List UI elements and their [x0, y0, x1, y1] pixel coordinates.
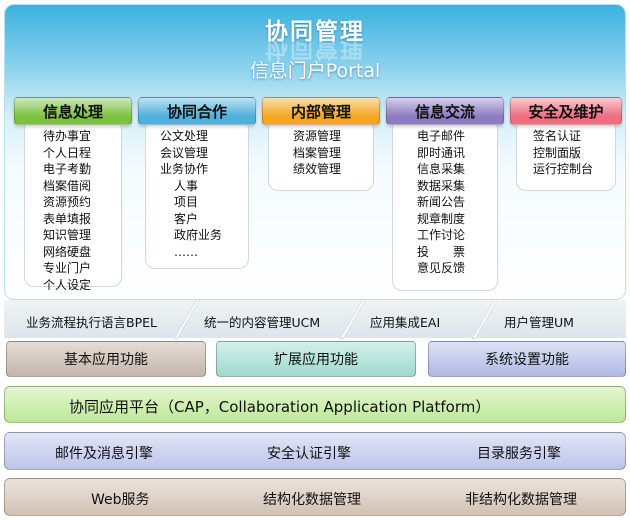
category-list-info-processing: 待办事宜 个人日程 电子考勤 档案借阅 资源预约 表单填报 知识管理 网络硬盘 …	[24, 119, 122, 292]
list-item: 网络硬盘	[43, 244, 92, 259]
category-header-security-maintenance: 安全及维护	[510, 97, 622, 125]
category-list-info-exchange: 电子邮件 即时通讯 信息采集 数据采集 新闻公告 规章制度 工作讨论 投 票 意…	[392, 119, 498, 291]
list-item: 档案借阅	[43, 178, 92, 193]
list-item: 公文处理	[160, 129, 209, 143]
list-item: 电子邮件	[417, 129, 466, 143]
category-title: 内部管理	[290, 103, 351, 121]
category-list-internal-management: 资源管理 档案管理 绩效管理	[268, 119, 374, 191]
list-sub-item: 客户	[174, 211, 199, 226]
category-header-info-exchange: 信息交流	[386, 97, 504, 125]
directory-service-engine: 目录服务引擎	[477, 446, 561, 462]
platform-label: 协同应用平台（CAP，Collaboration Application Pla…	[69, 398, 491, 416]
list-item: 控制面版	[533, 145, 582, 160]
list-item: 资源预约	[43, 195, 92, 209]
service-bpel: 业务流程执行语言BPEL	[26, 315, 157, 330]
list-item: 知识管理	[43, 228, 92, 242]
list-item: 运行控制台	[533, 162, 594, 176]
category-title: 信息处理	[42, 103, 103, 121]
list-item: 绩效管理	[293, 162, 342, 176]
list-item: 新闻公告	[417, 195, 466, 209]
list-item: 签名认证	[533, 129, 582, 143]
service-ucm: 统一的内容管理UCM	[204, 315, 321, 330]
list-item: 个人设定	[43, 277, 92, 292]
list-item: 意见反馈	[417, 261, 466, 275]
mail-message-engine: 邮件及消息引擎	[55, 446, 153, 462]
service-eai: 应用集成EAI	[370, 315, 441, 330]
unstructured-data-management: 非结构化数据管理	[465, 492, 577, 508]
list-item: 即时通讯	[417, 145, 466, 160]
structured-data-management: 结构化数据管理	[263, 492, 361, 508]
list-item: 规章制度	[417, 211, 466, 226]
category-title: 信息交流	[414, 103, 475, 121]
engines-layer: 邮件及消息引擎 安全认证引擎 目录服务引擎	[4, 432, 626, 470]
list-item: 专业门户	[43, 261, 92, 275]
category-list-security-maintenance: 签名认证 控制面版 运行控制台	[516, 119, 616, 191]
list-item: 工作讨论	[417, 228, 466, 242]
basic-functions-bar: 基本应用功能	[6, 341, 206, 377]
function-label: 扩展应用功能	[274, 352, 358, 368]
list-item: 投 票	[417, 244, 466, 259]
list-item: 业务协作	[160, 162, 209, 176]
portal-subtitle: 信息门户Portal	[249, 60, 381, 82]
list-item: 数据采集	[417, 178, 466, 193]
list-item: 档案管理	[293, 145, 342, 160]
list-sub-item: ……	[174, 244, 198, 259]
list-item: 会议管理	[160, 145, 209, 160]
service-um: 用户管理UM	[504, 315, 574, 330]
collaboration-platform-layer: 协同应用平台（CAP，Collaboration Application Pla…	[4, 386, 626, 423]
list-sub-item: 项目	[174, 195, 199, 209]
function-label: 基本应用功能	[64, 352, 148, 368]
list-sub-item: 人事	[174, 178, 199, 193]
category-header-info-processing: 信息处理	[14, 97, 132, 125]
category-header-internal-management: 内部管理	[262, 97, 380, 125]
list-item: 待办事宜	[43, 129, 92, 143]
category-list-collaboration: 公文处理 会议管理 业务协作 人事 项目 客户 政府业务 ……	[145, 119, 249, 269]
list-item: 信息采集	[417, 162, 466, 176]
list-item: 资源管理	[293, 129, 342, 143]
category-header-collaboration: 协同合作	[138, 97, 256, 125]
category-title: 安全及维护	[528, 103, 604, 121]
category-title: 协同合作	[166, 103, 227, 121]
list-item: 电子考勤	[43, 162, 92, 176]
security-auth-engine: 安全认证引擎	[267, 446, 351, 462]
extended-functions-bar: 扩展应用功能	[216, 341, 416, 377]
system-settings-bar: 系统设置功能	[428, 341, 626, 377]
list-item: 个人日程	[43, 145, 92, 160]
web-services: Web服务	[91, 492, 150, 508]
list-sub-item: 政府业务	[174, 228, 223, 242]
data-layer: Web服务 结构化数据管理 非结构化数据管理	[4, 478, 626, 516]
function-label: 系统设置功能	[485, 352, 569, 368]
list-item: 表单填报	[43, 211, 92, 226]
